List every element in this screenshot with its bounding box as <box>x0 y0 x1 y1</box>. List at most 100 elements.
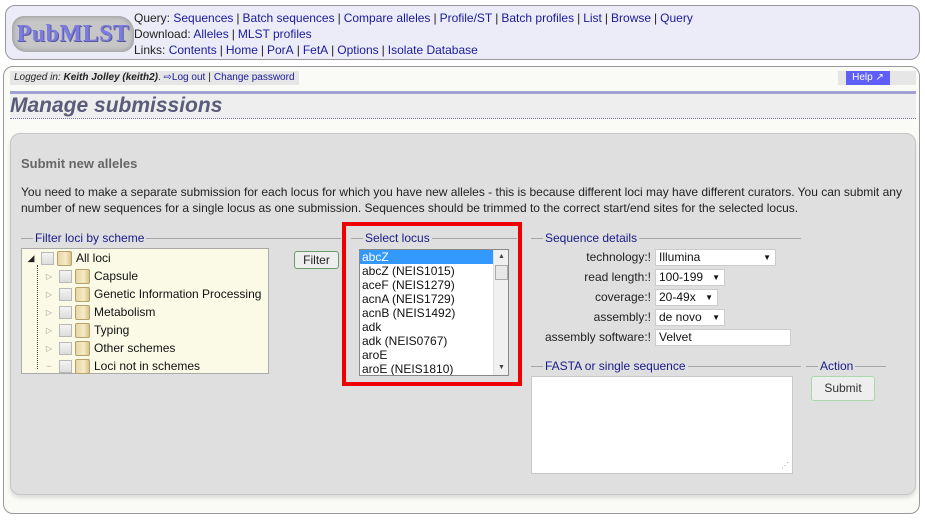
login-suffix: . <box>157 72 161 83</box>
user-name: Keith Jolley (keith2) <box>63 72 158 83</box>
tree-checkbox[interactable] <box>59 341 72 355</box>
dropdown-arrow-icon: ▼ <box>763 253 771 262</box>
locus-option[interactable]: acnB (NEIS1492) <box>360 306 494 320</box>
pubmlst-logo[interactable]: PubMLST <box>12 16 134 52</box>
tree-node-label: All loci <box>76 251 111 265</box>
help-button[interactable]: Help ↗ <box>846 71 890 85</box>
scroll-down-arrow-icon[interactable]: ▼ <box>494 362 508 374</box>
help-label: Help <box>852 72 873 83</box>
dropdown-arrow-icon: ▼ <box>712 273 720 282</box>
coverage-value: 20-49x <box>659 290 696 304</box>
query-menu: Query: Sequences | Batch sequences | Compare… <box>134 11 693 25</box>
locus-option[interactable]: abcZ (NEIS1015) <box>360 264 494 278</box>
tree-checkbox[interactable] <box>41 251 54 265</box>
tree-node-other-schemes[interactable]: ▷ Other schemes <box>42 339 175 357</box>
locus-option[interactable]: aroE (NEIS1810) <box>360 362 494 375</box>
separator: | <box>331 43 335 57</box>
expand-icon[interactable]: ▷ <box>42 341 56 355</box>
link-home[interactable]: Home <box>226 43 258 57</box>
link-pora[interactable]: PorA <box>267 43 294 57</box>
logout-icon: ⇨ <box>163 72 172 83</box>
assembly-select[interactable]: de novo ▼ <box>655 309 725 326</box>
external-link-icon: ↗ <box>875 72 884 83</box>
locus-select-list[interactable]: abcZ abcZ (NEIS1015) aceF (NEIS1279) acn… <box>359 249 509 376</box>
filter-legend: Filter loci by scheme <box>35 231 145 245</box>
tree-node-loci-not-in-schemes[interactable]: ┈ Loci not in schemes <box>42 357 200 375</box>
expand-icon[interactable]: ▷ <box>42 305 56 319</box>
tree-checkbox[interactable] <box>59 287 72 301</box>
assembly-software-input[interactable]: Velvet <box>655 329 791 346</box>
collapse-icon[interactable]: ◢ <box>24 251 38 265</box>
submit-button[interactable]: Submit <box>811 376 875 401</box>
scheme-tree[interactable]: ◢ All loci ▷ Capsule ▷ Genetic Informati… <box>21 248 269 374</box>
change-password-link[interactable]: Change password <box>214 72 295 83</box>
tree-node-label: Capsule <box>94 269 139 283</box>
read-length-select[interactable]: 100-199 ▼ <box>655 269 725 286</box>
locus-option[interactable]: aroE <box>360 348 494 362</box>
query-link-batch-profiles[interactable]: Batch profiles <box>501 11 574 25</box>
technology-label: technology:! <box>586 250 651 264</box>
locus-option[interactable]: adk <box>360 320 494 334</box>
query-link-sequences[interactable]: Sequences <box>173 11 233 25</box>
separator: | <box>296 43 300 57</box>
link-feta[interactable]: FetA <box>303 43 328 57</box>
tree-node-all-loci[interactable]: ◢ All loci <box>24 249 111 267</box>
query-link-compare-alleles[interactable]: Compare alleles <box>344 11 431 25</box>
tree-node-typing[interactable]: ▷ Typing <box>42 321 129 339</box>
read-length-label: read length:! <box>584 270 651 284</box>
folder-icon <box>75 340 90 356</box>
locus-option[interactable]: adk (NEIS0767) <box>360 334 494 348</box>
locus-scrollbar[interactable]: ▲ ▼ <box>493 250 508 375</box>
coverage-select[interactable]: 20-49x ▼ <box>655 289 718 306</box>
page-title: Manage submissions <box>10 94 223 117</box>
folder-icon <box>57 250 72 266</box>
query-link-profile-st[interactable]: Profile/ST <box>440 11 493 25</box>
separator: | <box>381 43 385 57</box>
locus-option[interactable]: acnA (NEIS1729) <box>360 292 494 306</box>
assembly-software-value: Velvet <box>659 330 692 344</box>
folder-icon <box>75 268 90 284</box>
assembly-label: assembly:! <box>593 310 651 324</box>
tree-checkbox[interactable] <box>59 323 72 337</box>
query-link-query[interactable]: Query <box>660 11 693 25</box>
tree-connector <box>37 265 38 369</box>
link-options[interactable]: Options <box>337 43 378 57</box>
separator: | <box>654 11 658 25</box>
query-link-batch-sequences[interactable]: Batch sequences <box>243 11 335 25</box>
submission-panel: Submit new alleles You need to make a se… <box>10 133 916 495</box>
filter-button[interactable]: Filter <box>294 251 339 269</box>
expand-icon[interactable]: ▷ <box>42 269 56 283</box>
tree-checkbox[interactable] <box>59 305 72 319</box>
technology-value: Illumina <box>659 250 701 264</box>
locus-option[interactable]: aceF (NEIS1279) <box>360 278 494 292</box>
link-isolate-database[interactable]: Isolate Database <box>388 43 478 57</box>
download-link-alleles[interactable]: Alleles <box>193 27 228 41</box>
tree-node-capsule[interactable]: ▷ Capsule <box>42 267 138 285</box>
expand-icon[interactable]: ▷ <box>42 287 56 301</box>
logout-label: Log out <box>171 72 206 83</box>
logout-link[interactable]: ⇨Log out <box>164 72 206 83</box>
resize-grip-icon[interactable]: ⋰ <box>781 462 789 470</box>
separator: | <box>208 72 211 83</box>
links-menu: Links: Contents | Home | PorA | FetA | Options | I… <box>134 43 478 57</box>
separator: | <box>260 43 264 57</box>
locus-option[interactable]: abcZ <box>360 250 494 264</box>
scroll-up-arrow-icon[interactable]: ▲ <box>494 251 508 263</box>
tree-leaf-connector: ┈ <box>46 361 52 371</box>
fasta-sequence-input[interactable] <box>531 376 793 474</box>
tree-node-metabolism[interactable]: ▷ Metabolism <box>42 303 155 321</box>
tree-checkbox[interactable] <box>59 269 72 283</box>
separator: | <box>433 11 437 25</box>
scroll-thumb[interactable] <box>495 265 508 280</box>
download-link-mlst-profiles[interactable]: MLST profiles <box>238 27 312 41</box>
expand-icon[interactable]: ▷ <box>42 323 56 337</box>
tree-node-label: Loci not in schemes <box>94 359 201 373</box>
query-link-browse[interactable]: Browse <box>611 11 651 25</box>
query-link-list[interactable]: List <box>583 11 602 25</box>
tree-node-genetic-information-processing[interactable]: ▷ Genetic Information Processing <box>42 285 261 303</box>
tree-checkbox[interactable] <box>59 359 72 373</box>
technology-select[interactable]: Illumina ▼ <box>655 249 776 266</box>
login-bar: Logged in: Keith Jolley (keith2). ⇨Log o… <box>10 71 299 85</box>
link-contents[interactable]: Contents <box>169 43 217 57</box>
intro-text: You need to make a separate submission f… <box>21 185 902 215</box>
